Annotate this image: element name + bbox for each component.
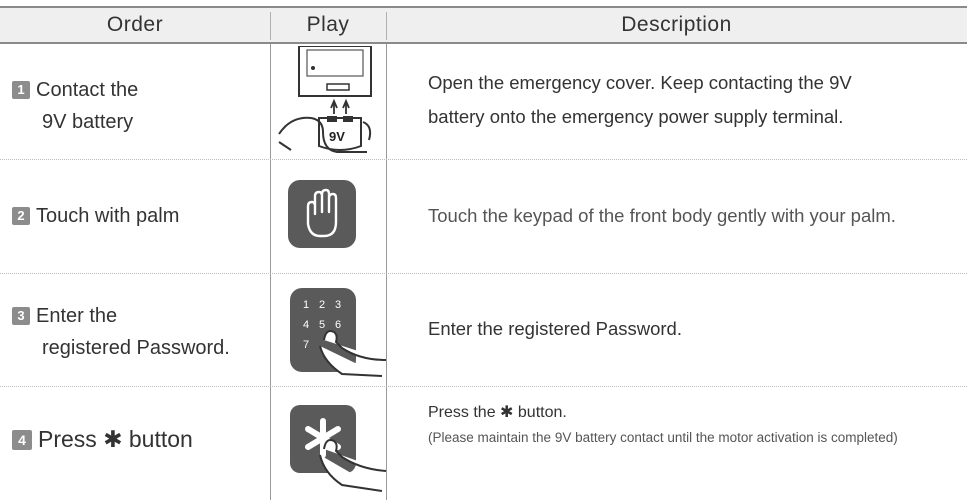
- step-number-badge: 4: [12, 430, 32, 450]
- keypad-digit: 6: [335, 319, 341, 331]
- keypad-digit: 1: [303, 299, 309, 311]
- order-text: button: [128, 426, 193, 452]
- instruction-table: Order Play Description 1 Contact the 9V b…: [0, 6, 967, 500]
- description-text: button.: [517, 404, 567, 421]
- order-text: Press: [38, 426, 97, 452]
- table-header: Order Play Description: [0, 6, 967, 44]
- battery-label: 9V: [329, 129, 345, 144]
- description-note: (Please maintain the 9V battery contact …: [428, 430, 898, 445]
- description-cell: Press the ✱ button. (Please maintain the…: [428, 399, 898, 449]
- keypad-digit: 4: [303, 319, 309, 331]
- order-cell: 1 Contact the 9V battery: [12, 74, 138, 138]
- step-number-badge: 2: [12, 207, 30, 225]
- step-number-badge: 1: [12, 81, 30, 99]
- header-order: Order: [106, 13, 164, 36]
- order-cell: 3 Enter the registered Password.: [12, 300, 230, 364]
- description-text: battery onto the emergency power supply …: [428, 106, 844, 127]
- keypad-digit: 7: [303, 339, 309, 351]
- keypad-digit: 2: [319, 299, 325, 311]
- description-text: Enter the registered Password.: [428, 318, 682, 339]
- description-text: Touch the keypad of the front body gentl…: [428, 205, 896, 226]
- description-text: Press the: [428, 404, 496, 421]
- table-row: 3 Enter the registered Password. 1 2 3 4 …: [0, 274, 967, 386]
- order-cell: 2 Touch with palm: [12, 200, 179, 232]
- keypad-digit: 3: [335, 299, 341, 311]
- keypad-icon: 1 2 3 4 5 6 7: [290, 288, 387, 377]
- keypad-digit: 5: [319, 319, 325, 331]
- table-row: 4 Press ✱ button Press the ✱ button. (Ple…: [0, 387, 967, 500]
- table-row: 1 Contact the 9V battery 9V Open the emer…: [0, 44, 967, 159]
- description-cell: Enter the registered Password.: [428, 312, 682, 346]
- battery-contact-icon: 9V: [278, 46, 372, 153]
- order-cell: 4 Press ✱ button: [12, 423, 193, 455]
- order-text: Enter the: [36, 305, 118, 327]
- order-text: Contact the: [36, 79, 139, 101]
- palm-icon: [288, 180, 356, 248]
- header-description: Description: [621, 13, 732, 36]
- star-button-icon: [290, 405, 387, 492]
- description-cell: Touch the keypad of the front body gentl…: [428, 199, 896, 233]
- description-cell: Open the emergency cover. Keep contactin…: [428, 66, 852, 134]
- asterisk-icon: ✱: [500, 404, 514, 421]
- header-play: Play: [306, 13, 350, 36]
- order-text: Touch with palm: [36, 205, 180, 227]
- description-text: Open the emergency cover. Keep contactin…: [428, 72, 852, 93]
- order-text: registered Password.: [42, 337, 230, 359]
- step-number-badge: 3: [12, 307, 30, 325]
- table-row: 2 Touch with palm Touch the keypad of the…: [0, 160, 967, 273]
- order-text: 9V battery: [42, 111, 134, 133]
- asterisk-icon: ✱: [103, 426, 123, 452]
